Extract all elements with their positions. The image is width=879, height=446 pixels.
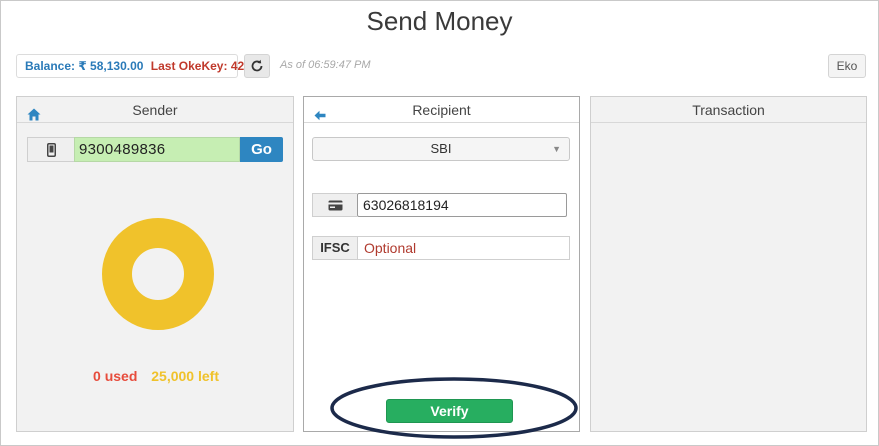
- transaction-header: Transaction: [591, 97, 866, 123]
- account-number-input[interactable]: 63026818194: [357, 193, 567, 217]
- go-button[interactable]: Go: [240, 137, 283, 162]
- page-title: Send Money: [366, 6, 513, 36]
- home-icon[interactable]: [27, 103, 41, 129]
- recipient-title: Recipient: [412, 102, 471, 118]
- used-amount: 0 used: [93, 368, 138, 384]
- refresh-button[interactable]: [244, 54, 270, 78]
- back-arrow-icon[interactable]: [314, 103, 326, 129]
- transaction-title: Transaction: [692, 102, 765, 118]
- account-addon: [312, 193, 357, 217]
- refresh-icon: [251, 59, 263, 72]
- ifsc-group: IFSC Optional: [312, 236, 570, 260]
- sender-panel: Sender 9300489836 Go 0 used 25,000 left: [16, 96, 294, 432]
- sender-title: Sender: [132, 102, 178, 118]
- limit-usage: 0 used 25,000 left: [17, 368, 295, 384]
- sender-header: Sender: [17, 97, 293, 123]
- balance-box: Balance: ₹ 58,130.00 Last OkeKey: 42: [16, 54, 244, 78]
- mobile-icon: [46, 142, 56, 157]
- account-number-group: 63026818194: [312, 193, 568, 217]
- limit-donut-ring: [102, 218, 214, 330]
- verify-button[interactable]: Verify: [386, 399, 513, 423]
- limit-donut-chart: [102, 218, 214, 330]
- balance-amount: Balance: ₹ 58,130.00: [25, 59, 144, 73]
- left-amount: 25,000 left: [151, 368, 219, 384]
- recipient-header: Recipient: [304, 97, 579, 123]
- card-icon: [328, 200, 342, 210]
- transaction-panel: Transaction: [590, 96, 867, 432]
- mobile-addon: [27, 137, 74, 162]
- last-okekey: Last OkeKey: 42: [150, 59, 245, 73]
- ifsc-label: IFSC: [312, 236, 357, 260]
- dropdown-caret-icon: ▼: [552, 144, 561, 154]
- as-of-timestamp: As of 06:59:47 PM: [280, 59, 371, 71]
- bank-select[interactable]: SBI ▼: [312, 137, 570, 161]
- ifsc-input[interactable]: Optional: [357, 236, 570, 260]
- mobile-number-group: 9300489836 Go: [27, 137, 283, 162]
- eko-button[interactable]: Eko: [828, 54, 866, 78]
- bank-selected-value: SBI: [430, 141, 452, 156]
- recipient-panel: Recipient SBI ▼ 63026818194 IFSC Optiona…: [303, 96, 580, 432]
- mobile-number-input[interactable]: 9300489836: [74, 137, 240, 162]
